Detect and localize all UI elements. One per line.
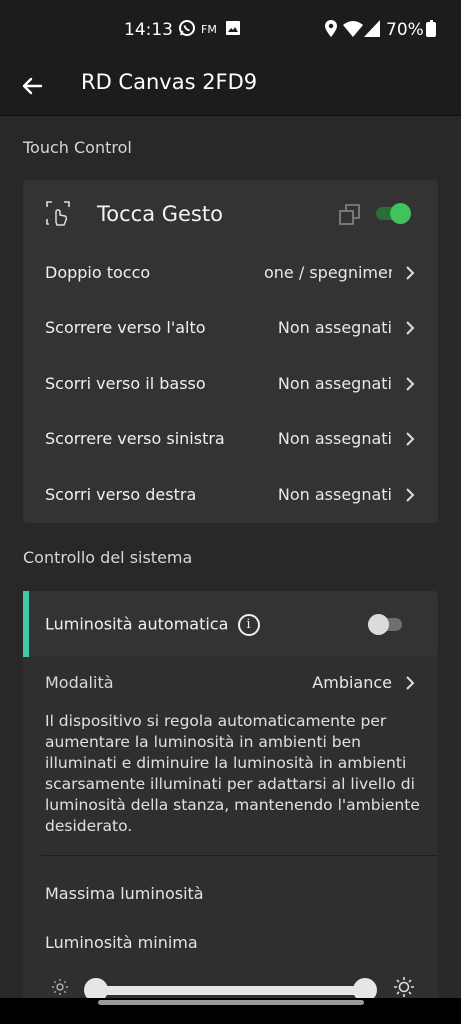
chevron-right-icon	[406, 321, 415, 335]
auto-brightness-row[interactable]: Luminosità automatica i	[23, 591, 438, 657]
accent-bar	[23, 591, 29, 657]
signal-icon	[364, 20, 380, 41]
gesture-card: Tocca Gesto Doppio tocco one / spegnimen…	[23, 180, 438, 523]
gesture-row-swipe-up[interactable]: Scorrere verso l'alto Non assegnati	[23, 302, 438, 357]
row-label: Scorrere verso sinistra	[45, 429, 225, 448]
copy-icon[interactable]	[339, 204, 361, 226]
mode-description: Il dispositivo si regola automaticamente…	[45, 712, 420, 835]
fm-radio-icon: FM	[201, 23, 217, 36]
gesture-toggle[interactable]	[376, 203, 412, 224]
row-label: Scorrere verso l'alto	[45, 318, 206, 337]
auto-brightness-toggle[interactable]	[368, 614, 404, 635]
sun-small-icon	[52, 979, 68, 995]
row-label: Doppio tocco	[45, 263, 151, 282]
brightness-range-track[interactable]	[95, 986, 365, 995]
max-brightness-label: Massima luminosità	[45, 884, 204, 903]
battery-icon	[426, 20, 436, 37]
mode-row[interactable]: Modalità Ambiance	[23, 657, 438, 712]
back-button[interactable]	[18, 70, 50, 102]
row-label: Scorri verso il basso	[45, 374, 206, 393]
app-bar: RD Canvas 2FD9	[0, 60, 461, 116]
row-value: Non assegnati	[277, 318, 392, 337]
sun-large-icon	[394, 977, 414, 997]
arrow-left-icon	[22, 77, 43, 95]
chevron-right-icon	[406, 488, 415, 502]
location-icon	[325, 20, 337, 41]
row-value: Non assegnati	[277, 374, 392, 393]
home-gesture-handle[interactable]	[98, 1000, 364, 1005]
brightness-settings-panel: Modalità Ambiance Il dispositivo si rego…	[23, 657, 438, 1002]
gesture-row-swipe-right[interactable]: Scorri verso destra Non assegnati	[23, 469, 438, 524]
gesture-row-double-tap[interactable]: Doppio tocco one / spegnimen	[23, 247, 438, 302]
chevron-right-icon	[406, 377, 415, 391]
section-title-system-control: Controllo del sistema	[23, 548, 193, 567]
mode-label: Modalità	[45, 673, 114, 692]
section-title-touch-control: Touch Control	[23, 138, 132, 157]
min-brightness-label: Luminosità minima	[45, 933, 198, 952]
status-time: 14:13	[124, 20, 173, 40]
chevron-right-icon	[406, 266, 415, 280]
whatsapp-icon	[178, 19, 196, 41]
auto-brightness-text: Luminosità automatica	[45, 614, 229, 634]
row-value: one / spegnimen	[264, 263, 392, 282]
gesture-row-swipe-down[interactable]: Scorri verso il basso Non assegnati	[23, 358, 438, 413]
gesture-card-title: Tocca Gesto	[97, 202, 223, 226]
chevron-right-icon	[406, 432, 415, 446]
image-icon	[226, 21, 240, 39]
row-value: Non assegnati	[277, 485, 392, 504]
gesture-row-swipe-left[interactable]: Scorrere verso sinistra Non assegnati	[23, 413, 438, 468]
auto-brightness-label: Luminosità automatica i	[45, 614, 260, 636]
divider	[41, 855, 438, 856]
info-icon[interactable]: i	[237, 614, 260, 636]
row-label: Scorri verso destra	[45, 485, 197, 504]
page-title: RD Canvas 2FD9	[81, 70, 258, 94]
wifi-icon	[343, 21, 363, 41]
chevron-right-icon	[406, 676, 415, 690]
status-bar: 14:13 FM 70%	[0, 0, 461, 60]
tap-gesture-icon	[46, 201, 70, 226]
mode-value: Ambiance	[312, 673, 392, 692]
battery-percent: 70%	[386, 20, 424, 40]
row-value: Non assegnati	[277, 429, 392, 448]
